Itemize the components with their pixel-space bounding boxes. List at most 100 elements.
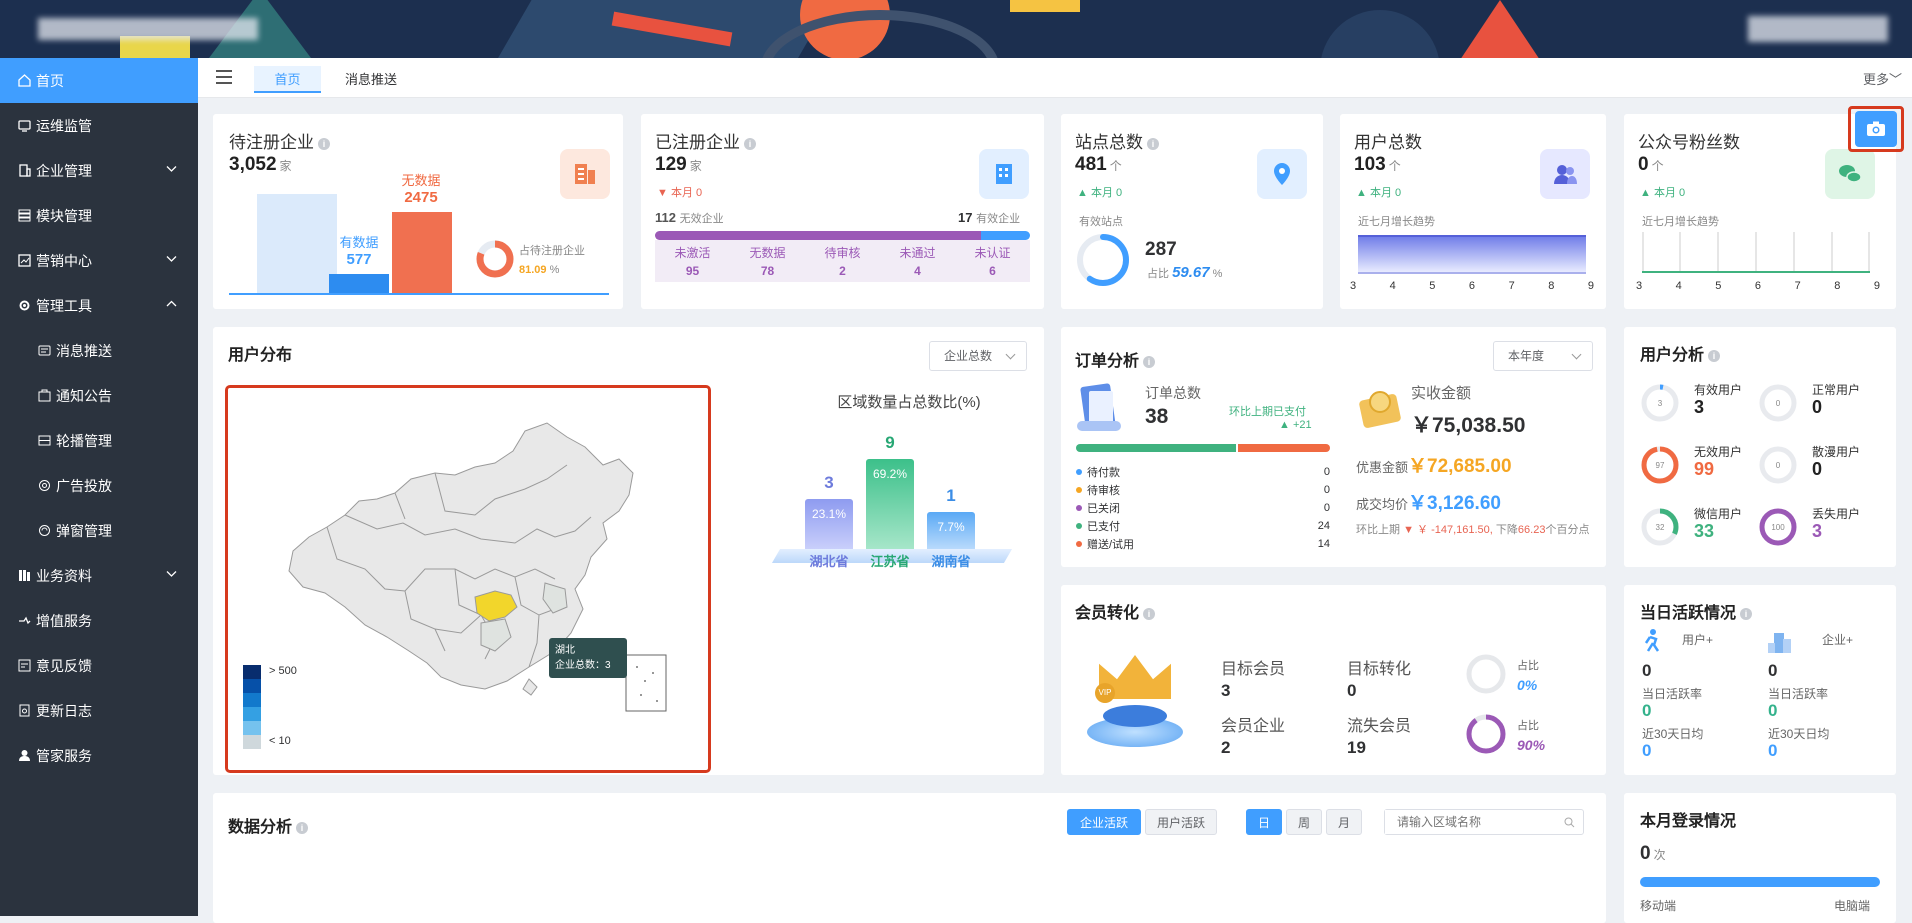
sidebar-item-home[interactable]: 首页 [0,58,198,103]
wechat-icon [1825,149,1875,199]
info-icon[interactable]: i [296,821,309,834]
user-avatar[interactable] [1748,16,1888,42]
info-icon[interactable]: i [1143,355,1156,368]
lost-ratio-ring [1466,714,1506,754]
user-30day-avg: 0 [1642,741,1652,760]
region-bar-name: 湖南省 [931,554,971,569]
ratio-ring: 100 [1759,508,1797,546]
sidebar-item-log[interactable]: 更新日志 [0,688,198,733]
user-type-value: 0 [1812,397,1823,417]
user-type-value: 0 [1812,459,1823,479]
sidebar-item-service[interactable]: 增值服务 [0,598,198,643]
location-icon [1257,149,1307,199]
sidebar-item-label: 管理工具 [36,297,92,314]
sidebar-item-data[interactable]: 业务资料 [0,553,198,598]
sidebar-item-message[interactable]: 消息推送 [0,328,198,373]
sidebar-item-user[interactable]: 管家服务 [0,733,198,778]
region-search-input[interactable] [1385,810,1555,834]
sidebar-item-label: 业务资料 [36,567,92,584]
login-title: 本月登录情况 [1640,813,1737,830]
enterprise-active-rate-label: 当日活跃率 [1768,687,1829,701]
status-dot [1076,523,1082,529]
brand-logo [38,18,258,40]
stat-label: 无数据 [749,246,786,260]
status-dot [1076,541,1082,547]
camera-button[interactable] [1855,111,1897,147]
order-compare-value: ▲ +21 [1279,419,1312,431]
sidebar-item-chart[interactable]: 营销中心 [0,238,198,283]
user-analysis-item: 100 丢失用户 3 [1758,503,1876,553]
info-icon[interactable]: i [1708,349,1721,362]
period-select[interactable]: 本年度 [1493,341,1593,371]
region-search-box[interactable] [1384,809,1584,835]
tab-message-push[interactable]: 消息推送 [336,66,406,93]
info-icon[interactable]: i [318,137,330,150]
mobile-label: 移动端 [1640,899,1677,913]
user-distribution-card: 用户分布 企业总数 湖北 企业总数：3 > 500 < 10 区域数量占总数比(%… [213,327,1044,775]
info-icon[interactable]: i [744,137,756,150]
home-icon [18,74,31,87]
user-activity-button[interactable]: 用户活跃 [1145,809,1217,835]
sidebar-item-label: 企业管理 [36,162,92,179]
tab-bar: 首页 消息推送 更多﹀ [198,58,1912,98]
ratio-donut [476,240,514,278]
axis-tick: 7 [1508,280,1515,292]
module-icon [18,209,31,222]
more-label: 更多 [1862,72,1889,87]
sidebar-item-feedback[interactable]: 意见反馈 [0,643,198,688]
vip-crown-illustration: VIP [1077,647,1187,757]
users-month: ▲ 本月 0 [1356,187,1402,199]
order-total-label: 订单总数 [1145,385,1201,401]
tab-home[interactable]: 首页 [254,66,321,93]
enterprise-activity-button[interactable]: 企业活跃 [1067,809,1141,835]
sidebar-item-monitor[interactable]: 运维监管 [0,103,198,148]
status-dot [1076,505,1082,511]
status-label: 已关闭 [1087,503,1120,515]
user-analysis-item: 3 有效用户 3 [1640,379,1758,429]
lost-ratio: 90% [1517,737,1546,753]
sidebar-item-label: 运维监管 [36,117,92,134]
sidebar-item-tool[interactable]: 管理工具 [0,283,198,328]
day-button[interactable]: 日 [1246,809,1282,835]
chevron-down-icon: ﹀ [1888,72,1902,87]
week-button[interactable]: 周 [1286,809,1322,835]
monthly-login-card: 本月登录情况 0次 移动端 电脑端 [1624,793,1896,923]
target-member-label: 目标会员 [1221,661,1286,678]
sidebar-item-notice[interactable]: 通知公告 [0,373,198,418]
fans-title: 公众号粉丝数 [1638,133,1740,152]
status-dot [1076,469,1082,475]
lost-ratio-label: 占比 [1517,720,1539,732]
axis-tick: 5 [1715,280,1722,292]
more-dropdown[interactable]: 更多﹀ [1863,69,1902,88]
sidebar-item-popup[interactable]: 弹窗管理 [0,508,198,553]
sidebar-item-building[interactable]: 企业管理 [0,148,198,193]
sidebar-item-carousel[interactable]: 轮播管理 [0,418,198,463]
registered-stat: 待审核 2 [805,240,880,282]
sidebar-item-label: 意见反馈 [36,657,92,674]
sidebar-item-label: 增值服务 [36,612,92,629]
member-enterprise-value: 2 [1221,738,1231,757]
user-analysis-title: 用户分析 i [1640,341,1721,365]
status-count: 0 [1323,502,1330,514]
users-total: 103 个 [1354,154,1401,175]
enterprise-30day-avg-label: 近30天日均 [1768,727,1830,741]
bar-baseline [229,293,609,295]
axis-tick: 5 [1429,280,1436,292]
stat-label: 未认证 [974,246,1011,260]
sidebar-item-label: 弹窗管理 [56,522,112,539]
ring-value: 3 [1658,399,1663,408]
month-button[interactable]: 月 [1326,809,1362,835]
has-data-bar [329,274,389,294]
fans-month: ▲ 本月 0 [1640,187,1686,199]
menu-toggle-icon[interactable] [216,70,232,84]
conversion-ratio-ring [1466,654,1506,694]
arrow-up-icon: ▲ [1077,187,1088,199]
info-icon[interactable]: i [1143,607,1156,620]
last-period-compare: 环比上期 ▼ ￥ -147,161.50, 下降66.23个百分点 [1356,524,1590,536]
info-icon[interactable]: i [1740,607,1753,620]
info-icon[interactable]: i [1147,137,1159,150]
fans-trend-label: 近七月增长趋势 [1642,216,1719,228]
sidebar-item-ad[interactable]: 广告投放 [0,463,198,508]
sidebar-item-module[interactable]: 模块管理 [0,193,198,238]
ratio-label: 占待注册企业 [519,245,585,257]
